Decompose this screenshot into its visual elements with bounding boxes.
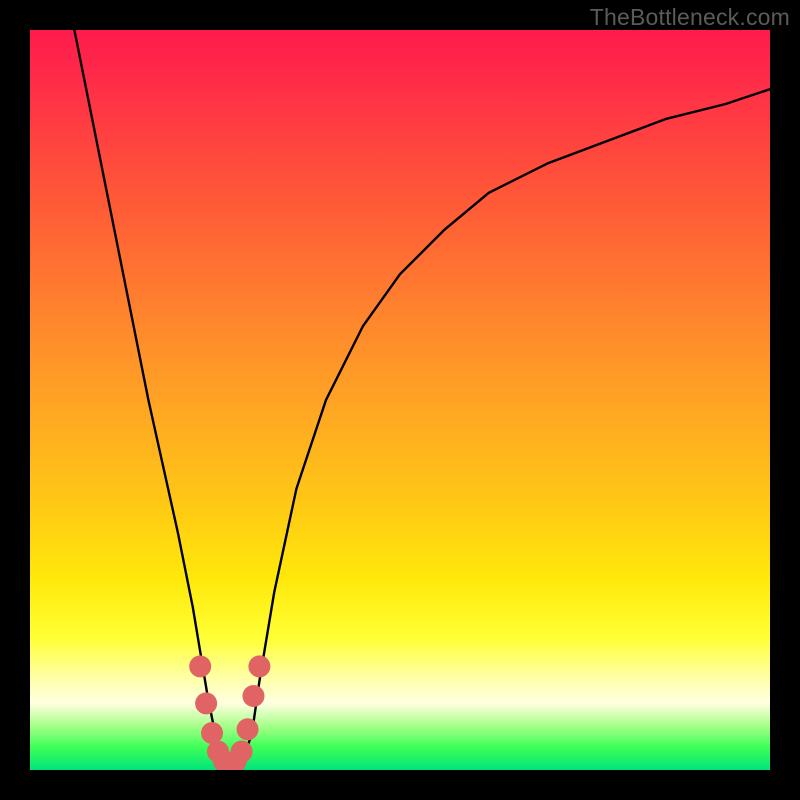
highlight-dot <box>195 692 217 714</box>
watermark-text: TheBottleneck.com <box>590 4 790 31</box>
highlight-dot <box>189 655 211 677</box>
highlight-dot <box>237 718 259 740</box>
highlight-dot <box>248 655 270 677</box>
highlight-dot <box>231 741 253 763</box>
chart-svg <box>30 30 770 770</box>
plot-area <box>30 30 770 770</box>
highlight-dot <box>242 685 264 707</box>
bottleneck-curve <box>74 30 770 763</box>
chart-frame: TheBottleneck.com <box>0 0 800 800</box>
highlight-dots-group <box>189 655 270 770</box>
